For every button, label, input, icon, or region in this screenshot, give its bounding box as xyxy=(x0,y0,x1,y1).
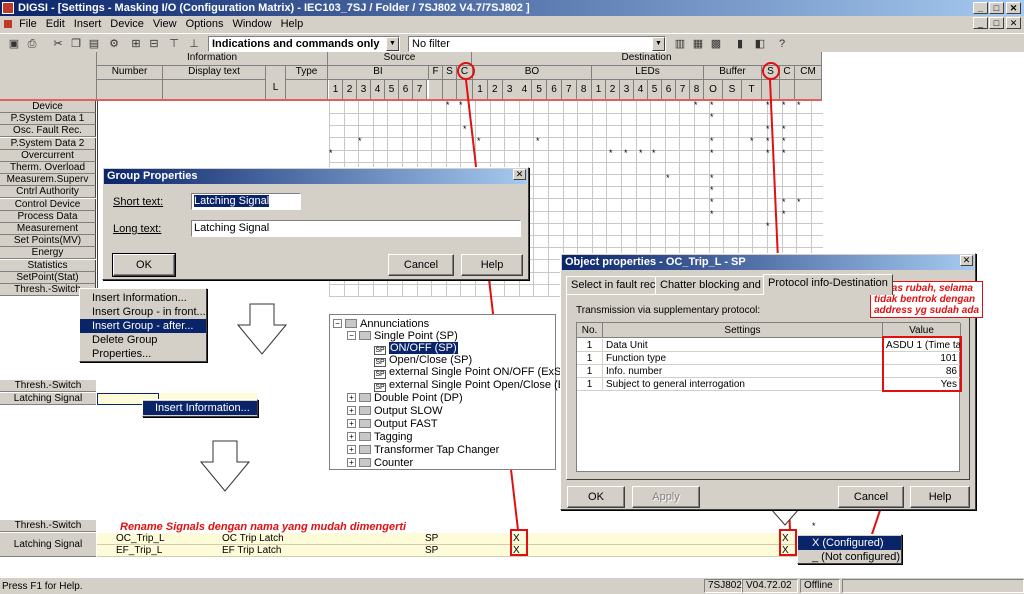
tree-item-label: Double Point (DP) xyxy=(374,392,463,404)
tree-item-output-fast[interactable]: + Output FAST xyxy=(347,418,438,430)
tree-item-label: Tagging xyxy=(374,431,413,443)
setting-no: 1 xyxy=(577,352,603,365)
tree-item-ext-on-off[interactable]: SP external Single Point ON/OFF (ExSP) xyxy=(374,366,572,379)
col-settings: Settings xyxy=(603,323,883,338)
folder-icon xyxy=(359,445,371,454)
tree-item-double-point[interactable]: + Double Point (DP) xyxy=(347,392,463,404)
collapse-icon[interactable]: − xyxy=(347,331,356,340)
status-empty xyxy=(842,579,1024,593)
option-not-configured[interactable]: _ (Not configured) xyxy=(798,550,901,564)
folder-icon xyxy=(359,406,371,415)
folder-icon xyxy=(359,419,371,428)
tree-item-tagging[interactable]: + Tagging xyxy=(347,431,413,443)
bo-cell-highlight xyxy=(510,529,528,556)
expand-icon[interactable]: + xyxy=(347,458,356,467)
folder-icon xyxy=(345,319,357,328)
obj-apply-button[interactable]: Apply xyxy=(632,486,700,508)
tree-item-ext-open-close[interactable]: SP external Single Point Open/Close (ExSP… xyxy=(374,379,589,392)
folder-icon xyxy=(359,393,371,402)
tab-protocol-info[interactable]: Protocol info-Destination xyxy=(763,274,893,295)
object-properties-title: Object properties - OC_Trip_L - SP xyxy=(562,255,974,270)
short-text-label: Short text: xyxy=(113,196,164,208)
menu-item-insert-group-in-front[interactable]: Insert Group - in front... xyxy=(80,305,206,319)
short-text-field[interactable]: Latching Signal xyxy=(191,193,301,210)
short-text-value: Latching Signal xyxy=(194,195,270,207)
expand-icon[interactable]: + xyxy=(347,406,356,415)
close-icon[interactable]: ✕ xyxy=(513,169,526,180)
setting-no: 1 xyxy=(577,365,603,378)
tree-item-tap-changer[interactable]: + Transformer Tap Changer xyxy=(347,444,499,456)
config-dropdown: X (Configured) _ (Not configured) xyxy=(797,534,902,564)
group-properties-dialog: Group Properties ✕ Short text: Latching … xyxy=(102,167,529,280)
tree-item-label: Single Point (SP) xyxy=(374,330,458,342)
setting-name: Data Unit xyxy=(603,339,883,352)
status-mode: Offline xyxy=(800,579,840,593)
menu-item-delete-group[interactable]: Delete Group xyxy=(80,333,206,347)
col-no: No. xyxy=(577,323,603,338)
tree-item-single-point[interactable]: − Single Point (SP) xyxy=(347,330,458,342)
down-arrow-icon xyxy=(237,303,287,355)
menu-item-properties[interactable]: Properties... xyxy=(80,347,206,361)
obj-ok-button[interactable]: OK xyxy=(567,486,625,508)
tree-item-label: Open/Close (SP) xyxy=(389,354,473,366)
obj-cancel-button[interactable]: Cancel xyxy=(838,486,904,508)
expand-icon[interactable]: + xyxy=(347,445,356,454)
tree-item-output-slow[interactable]: + Output SLOW xyxy=(347,405,442,417)
tree-item-label: external Single Point Open/Close (ExSP) xyxy=(389,379,589,391)
tree-item-counter[interactable]: + Counter xyxy=(347,457,413,469)
expand-icon[interactable]: + xyxy=(347,432,356,441)
folder-icon xyxy=(359,432,371,441)
s-cell-highlight xyxy=(779,529,797,556)
collapse-icon[interactable]: − xyxy=(333,319,342,328)
tree-item-label: Output FAST xyxy=(374,418,438,430)
tree-item-label: Transformer Tap Changer xyxy=(374,444,500,456)
folder-icon xyxy=(359,331,371,340)
note-line-3: address yg sudah ada xyxy=(874,305,980,316)
menu-item-insert-group-after[interactable]: Insert Group - after... xyxy=(80,319,206,333)
ok-button[interactable]: OK xyxy=(112,253,176,277)
obj-help-button[interactable]: Help xyxy=(910,486,970,508)
note-line-2: tidak bentrok dengan xyxy=(874,294,976,305)
tree-root[interactable]: − Annunciations xyxy=(333,318,429,330)
setting-no: 1 xyxy=(577,339,603,352)
tree-item-label: Counter xyxy=(374,457,414,469)
signal-icon: SP xyxy=(374,383,386,392)
signal-icon: SP xyxy=(374,370,386,379)
long-text-field[interactable]: Latching Signal xyxy=(191,220,521,237)
status-device: 7SJ802 xyxy=(704,579,742,593)
status-bar: Press F1 for Help. 7SJ802 V04.72.02 Offl… xyxy=(0,577,1024,593)
cancel-button[interactable]: Cancel xyxy=(388,254,454,276)
menu-item-insert-information[interactable]: Insert Information... xyxy=(80,291,206,305)
setting-name: Function type xyxy=(603,352,883,365)
setting-no: 1 xyxy=(577,378,603,391)
help-button[interactable]: Help xyxy=(461,254,523,276)
folder-icon xyxy=(359,458,371,467)
expand-icon[interactable]: + xyxy=(347,419,356,428)
setting-name: Info. number xyxy=(603,365,883,378)
expand-icon[interactable]: + xyxy=(347,393,356,402)
close-icon[interactable]: ✕ xyxy=(960,255,973,266)
transmission-caption: Transmission via supplementary protocol: xyxy=(576,305,761,316)
value-highlight xyxy=(882,336,962,392)
tree-item-label: Output SLOW xyxy=(374,405,443,417)
status-version: V04.72.02 xyxy=(742,579,798,593)
tree-item-label: ON/OFF (SP) xyxy=(389,342,458,354)
info-context-menu: Insert Information... xyxy=(142,399,258,417)
setting-name: Subject to general interrogation xyxy=(603,378,883,391)
option-configured[interactable]: X (Configured) xyxy=(798,536,901,550)
status-help: Press F1 for Help. xyxy=(2,581,83,592)
group-properties-title: Group Properties xyxy=(104,169,527,184)
down-arrow-icon xyxy=(200,440,250,492)
annunciation-tree: − Annunciations − Single Point (SP) SP ON/O… xyxy=(329,314,589,470)
tree-root-label: Annunciations xyxy=(360,318,430,330)
group-context-menu: Insert Information... Insert Group - in f… xyxy=(79,288,207,362)
tree-item-label: external Single Point ON/OFF (ExSP) xyxy=(389,366,573,378)
long-text-label: Long text: xyxy=(113,223,162,235)
menu-item-insert-information[interactable]: Insert Information... xyxy=(143,401,257,415)
